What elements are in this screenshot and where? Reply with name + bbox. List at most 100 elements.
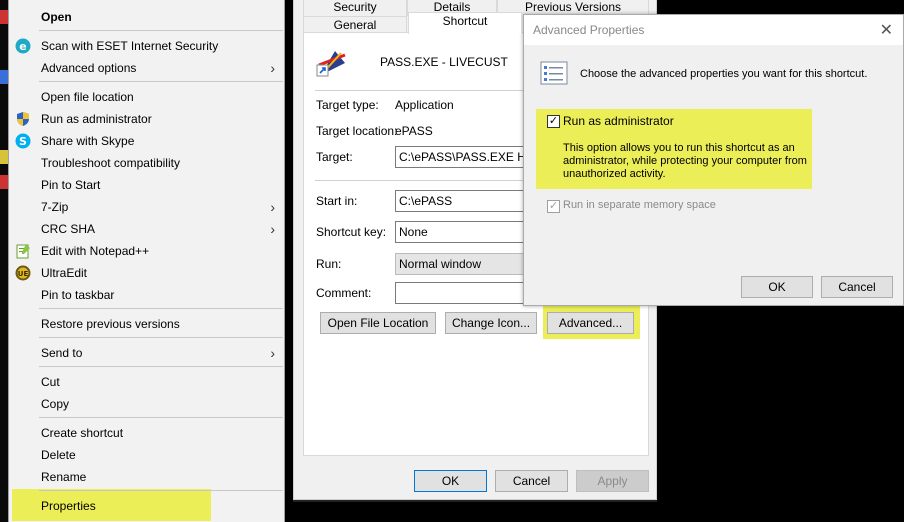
menu-item-7zip[interactable]: 7-Zip ›	[9, 196, 285, 218]
menu-item-label: Pin to taskbar	[41, 288, 115, 302]
run-select[interactable]: Normal window	[395, 253, 525, 275]
context-menu: Open e Scan with ESET Internet Security …	[8, 0, 285, 522]
close-icon[interactable]: ✕	[880, 20, 893, 40]
menu-item-label: Advanced options	[41, 61, 137, 75]
menu-item-label: Copy	[41, 397, 70, 411]
menu-item-copy[interactable]: Copy	[9, 393, 285, 415]
menu-item-label: CRC SHA	[41, 222, 96, 236]
comment-label: Comment:	[316, 286, 372, 300]
separate-memory-checkbox[interactable]: ✓	[547, 200, 560, 213]
cancel-button[interactable]: Cancel	[495, 470, 568, 492]
run-label: Run:	[316, 257, 342, 271]
menu-item-advanced-options[interactable]: Advanced options ›	[9, 57, 285, 79]
chevron-right-icon: ›	[270, 199, 275, 215]
start-in-label: Start in:	[316, 194, 358, 208]
target-location-value: ePASS	[395, 124, 433, 138]
desktop-icon-fragment	[0, 10, 8, 24]
menu-item-rename[interactable]: Rename	[9, 466, 285, 488]
run-as-admin-label[interactable]: Run as administrator	[563, 114, 674, 128]
menu-item-open[interactable]: Open	[9, 6, 285, 28]
menu-separator	[39, 337, 283, 338]
menu-item-open-file-location[interactable]: Open file location	[9, 86, 285, 108]
menu-item-cut[interactable]: Cut	[9, 371, 285, 393]
menu-item-troubleshoot[interactable]: Troubleshoot compatibility	[9, 152, 285, 174]
separate-memory-label: Run in separate memory space	[563, 199, 716, 211]
menu-item-restore-versions[interactable]: Restore previous versions	[9, 313, 285, 335]
menu-item-label: Troubleshoot compatibility	[41, 156, 180, 170]
menu-item-label: Run as administrator	[41, 112, 152, 126]
advanced-button[interactable]: Advanced...	[547, 312, 634, 334]
menu-item-label: Rename	[41, 470, 87, 484]
divider	[315, 180, 525, 181]
menu-item-edit-notepadpp[interactable]: Edit with Notepad++	[9, 240, 285, 262]
menu-item-delete[interactable]: Delete	[9, 444, 285, 466]
menu-item-label: Create shortcut	[41, 426, 124, 440]
menu-item-ultraedit[interactable]: UE UltraEdit	[9, 262, 285, 284]
run-as-admin-checkbox[interactable]: ✓	[547, 115, 560, 128]
menu-item-label: Delete	[41, 448, 76, 462]
menu-item-label: Send to	[41, 346, 83, 360]
menu-item-share-skype[interactable]: S Share with Skype	[9, 130, 285, 152]
ok-button[interactable]: OK	[414, 470, 487, 492]
svg-text:S: S	[19, 135, 27, 148]
ultraedit-icon: UE	[15, 265, 31, 281]
dialog-title-bar: Advanced Properties ✕	[524, 15, 903, 45]
menu-item-crc-sha[interactable]: CRC SHA ›	[9, 218, 285, 240]
menu-item-label: Cut	[41, 375, 60, 389]
desktop-icon-fragment	[0, 70, 8, 84]
advanced-cancel-button[interactable]: Cancel	[821, 276, 893, 298]
tab-shortcut[interactable]: Shortcut	[408, 12, 522, 34]
notepad-plus-plus-icon	[15, 243, 31, 259]
shortcut-key-label: Shortcut key:	[316, 225, 387, 239]
menu-item-label: Restore previous versions	[41, 317, 180, 331]
menu-item-send-to[interactable]: Send to ›	[9, 342, 285, 364]
start-in-input[interactable]: C:\ePASS	[395, 190, 525, 212]
menu-item-scan-eset[interactable]: e Scan with ESET Internet Security	[9, 35, 285, 57]
svg-text:UE: UE	[18, 270, 29, 278]
chevron-right-icon: ›	[270, 221, 275, 237]
target-type-value: Application	[395, 98, 454, 112]
checkmark-icon: ✓	[548, 115, 559, 127]
dialog-description: Choose the advanced properties you want …	[580, 68, 868, 80]
chevron-right-icon: ›	[270, 345, 275, 361]
svg-text:e: e	[19, 40, 26, 53]
shortcut-key-input[interactable]: None	[395, 221, 525, 243]
change-icon-button[interactable]: Change Icon...	[445, 312, 537, 334]
target-type-label: Target type:	[316, 98, 379, 112]
menu-item-label: 7-Zip	[41, 200, 69, 214]
properties-list-icon	[540, 61, 568, 85]
target-label: Target:	[316, 150, 353, 164]
menu-item-create-shortcut[interactable]: Create shortcut	[9, 422, 285, 444]
menu-separator	[39, 308, 283, 309]
menu-separator	[39, 81, 283, 82]
menu-item-properties[interactable]: Properties	[9, 495, 285, 517]
checkmark-icon: ✓	[548, 200, 559, 212]
menu-item-label: Edit with Notepad++	[41, 244, 150, 258]
open-file-location-button[interactable]: Open File Location	[320, 312, 436, 334]
menu-item-label: UltraEdit	[41, 266, 88, 280]
comment-input[interactable]	[395, 282, 525, 304]
menu-separator	[39, 490, 283, 491]
run-as-admin-help-text: This option allows you to run this short…	[563, 142, 807, 180]
shortcut-app-icon	[315, 45, 349, 79]
menu-item-run-as-admin[interactable]: Run as administrator	[9, 108, 285, 130]
desktop-icon-fragment	[0, 150, 8, 164]
desktop-icon-fragment	[0, 175, 8, 189]
dialog-title: Advanced Properties	[533, 23, 645, 37]
target-input[interactable]: C:\ePASS\PASS.EXE HAI	[395, 146, 525, 168]
menu-item-label: Pin to Start	[41, 178, 101, 192]
menu-separator	[39, 417, 283, 418]
menu-item-label: Properties	[41, 499, 96, 513]
apply-button[interactable]: Apply	[576, 470, 649, 492]
advanced-properties-dialog: Advanced Properties ✕ Choose the advance…	[523, 14, 904, 306]
menu-separator	[39, 30, 283, 31]
target-location-label: Target location:	[316, 124, 398, 138]
desktop-background	[0, 0, 8, 522]
tab-security[interactable]: Security	[303, 0, 407, 16]
menu-item-pin-start[interactable]: Pin to Start	[9, 174, 285, 196]
advanced-ok-button[interactable]: OK	[741, 276, 813, 298]
menu-item-pin-taskbar[interactable]: Pin to taskbar	[9, 284, 285, 306]
menu-item-label: Open	[41, 10, 72, 24]
menu-separator	[39, 366, 283, 367]
dialog-shadow	[293, 500, 657, 502]
